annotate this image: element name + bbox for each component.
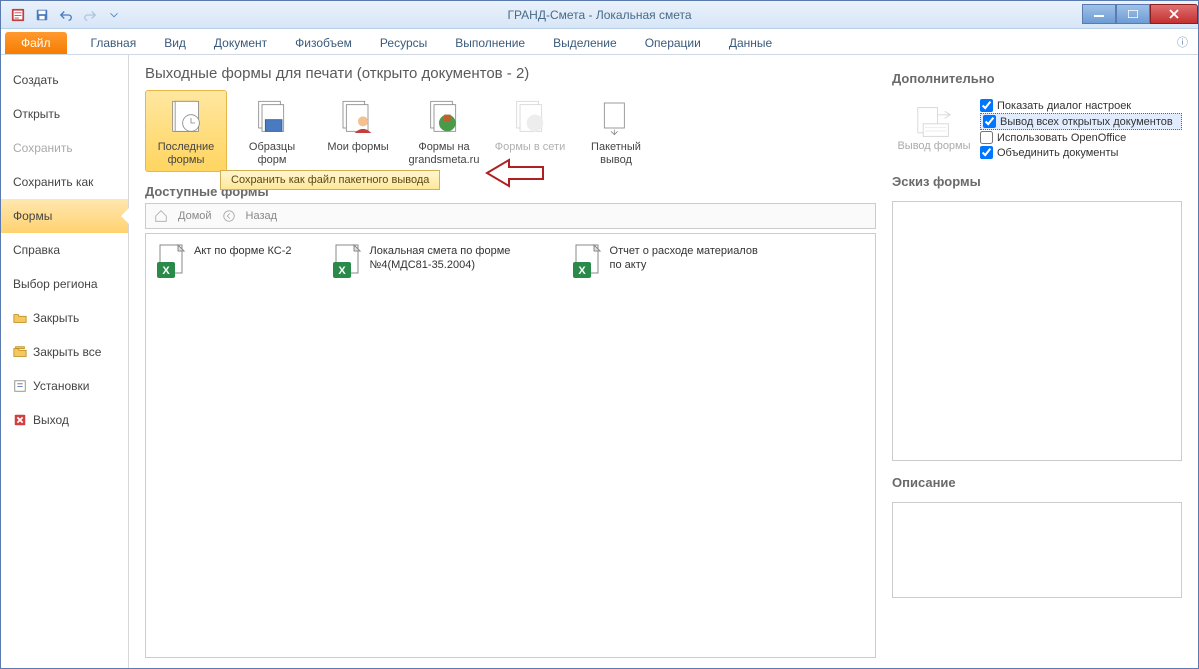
desc-heading: Описание	[892, 475, 1182, 490]
check-merge-docs[interactable]: Объединить документы	[980, 145, 1182, 160]
folder-icon	[13, 311, 27, 325]
btn-recent-forms[interactable]: Последние формы	[145, 90, 227, 172]
redo-icon[interactable]	[79, 4, 101, 26]
samples-icon	[248, 97, 296, 139]
form-item[interactable]: X Локальная смета по форме №4(МДС81-35.2…	[332, 244, 532, 280]
app-icon[interactable]	[7, 4, 29, 26]
exit-icon	[13, 413, 27, 427]
nav-close[interactable]: Закрыть	[1, 301, 128, 335]
globe-icon	[420, 97, 468, 139]
backstage-main: Выходные формы для печати (открыто докум…	[129, 55, 1198, 668]
tab-main[interactable]: Главная	[77, 32, 151, 54]
center-pane: Выходные формы для печати (открыто докум…	[145, 65, 876, 658]
backstage-nav: Создать Открыть Сохранить Сохранить как …	[1, 55, 129, 668]
btn-batch-output[interactable]: Пакетный вывод	[575, 90, 657, 172]
help-icon[interactable]: ⓘ	[1177, 34, 1188, 54]
minimize-button[interactable]	[1082, 4, 1116, 24]
btn-my-forms[interactable]: Мои формы	[317, 90, 399, 172]
backstage: Создать Открыть Сохранить Сохранить как …	[1, 55, 1198, 668]
page-title: Выходные формы для печати (открыто докум…	[145, 65, 876, 82]
tab-operations[interactable]: Операции	[631, 32, 715, 54]
tab-data[interactable]: Данные	[715, 32, 786, 54]
nav-exit[interactable]: Выход	[1, 403, 128, 437]
recent-icon	[162, 97, 210, 139]
file-tab[interactable]: Файл	[5, 32, 67, 54]
window-title: ГРАНД-Смета - Локальная смета	[507, 8, 691, 22]
nav-forms[interactable]: Формы	[1, 199, 128, 233]
btn-online-forms[interactable]: Формы на grandsmeta.ru	[403, 90, 485, 172]
tab-view[interactable]: Вид	[150, 32, 200, 54]
form-item[interactable]: X Акт по форме КС-2	[156, 244, 292, 280]
nav-save-as[interactable]: Сохранить как	[1, 165, 128, 199]
tool-icon	[13, 379, 27, 393]
network-icon	[506, 97, 554, 139]
window-buttons	[1082, 5, 1198, 24]
sketch-preview	[892, 201, 1182, 461]
tab-execution[interactable]: Выполнение	[441, 32, 539, 54]
btn-sample-forms[interactable]: Образцы форм	[231, 90, 313, 172]
back-link[interactable]: Назад	[246, 210, 278, 222]
category-buttons: Последние формы Образцы форм Мои формы Ф…	[145, 90, 876, 172]
check-show-dialog[interactable]: Показать диалог настроек	[980, 98, 1182, 113]
home-icon[interactable]	[154, 209, 168, 223]
titlebar: ГРАНД-Смета - Локальная смета	[1, 1, 1198, 29]
output-button: Вывод формы	[892, 98, 976, 158]
form-item[interactable]: X Отчет о расходе материалов по акту	[572, 244, 772, 280]
undo-icon[interactable]	[55, 4, 77, 26]
tab-resources[interactable]: Ресурсы	[366, 32, 441, 54]
ribbon-tabs: Файл Главная Вид Документ Физобъем Ресур…	[1, 29, 1198, 55]
forms-list: X Акт по форме КС-2 X Локальная смета по…	[145, 233, 876, 658]
tooltip: Сохранить как файл пакетного вывода	[220, 170, 440, 190]
nav-settings[interactable]: Установки	[1, 369, 128, 403]
svg-text:X: X	[578, 265, 586, 277]
nav-close-all[interactable]: Закрыть все	[1, 335, 128, 369]
check-all-docs[interactable]: Вывод всех открытых документов	[980, 113, 1182, 130]
tab-physvolume[interactable]: Физобъем	[281, 32, 366, 54]
nav-open[interactable]: Открыть	[1, 97, 128, 131]
right-pane: Дополнительно Вывод формы Показать диало…	[892, 65, 1182, 658]
svg-text:X: X	[162, 265, 170, 277]
folder-stack-icon	[13, 345, 27, 359]
quick-access-toolbar	[1, 4, 125, 26]
annotation-arrow	[485, 156, 545, 195]
batch-icon	[592, 97, 640, 139]
back-icon[interactable]	[222, 209, 236, 223]
save-icon[interactable]	[31, 4, 53, 26]
check-openoffice[interactable]: Использовать OpenOffice	[980, 130, 1182, 145]
tab-selection[interactable]: Выделение	[539, 32, 631, 54]
description-box	[892, 502, 1182, 598]
myforms-icon	[334, 97, 382, 139]
maximize-button[interactable]	[1116, 4, 1150, 24]
svg-text:X: X	[338, 265, 346, 277]
additional-heading: Дополнительно	[892, 71, 1182, 86]
excel-icon: X	[572, 244, 604, 280]
sketch-heading: Эскиз формы	[892, 174, 1182, 189]
nav-save: Сохранить	[1, 131, 128, 165]
qat-dropdown-icon[interactable]	[103, 4, 125, 26]
breadcrumb-bar: Домой Назад	[145, 203, 876, 229]
excel-icon: X	[332, 244, 364, 280]
excel-icon: X	[156, 244, 188, 280]
close-button[interactable]	[1150, 4, 1198, 24]
nav-region[interactable]: Выбор региона	[1, 267, 128, 301]
nav-help[interactable]: Справка	[1, 233, 128, 267]
app-window: ГРАНД-Смета - Локальная смета Файл Главн…	[0, 0, 1199, 669]
tab-document[interactable]: Документ	[200, 32, 281, 54]
nav-create[interactable]: Создать	[1, 63, 128, 97]
home-link[interactable]: Домой	[178, 210, 212, 222]
